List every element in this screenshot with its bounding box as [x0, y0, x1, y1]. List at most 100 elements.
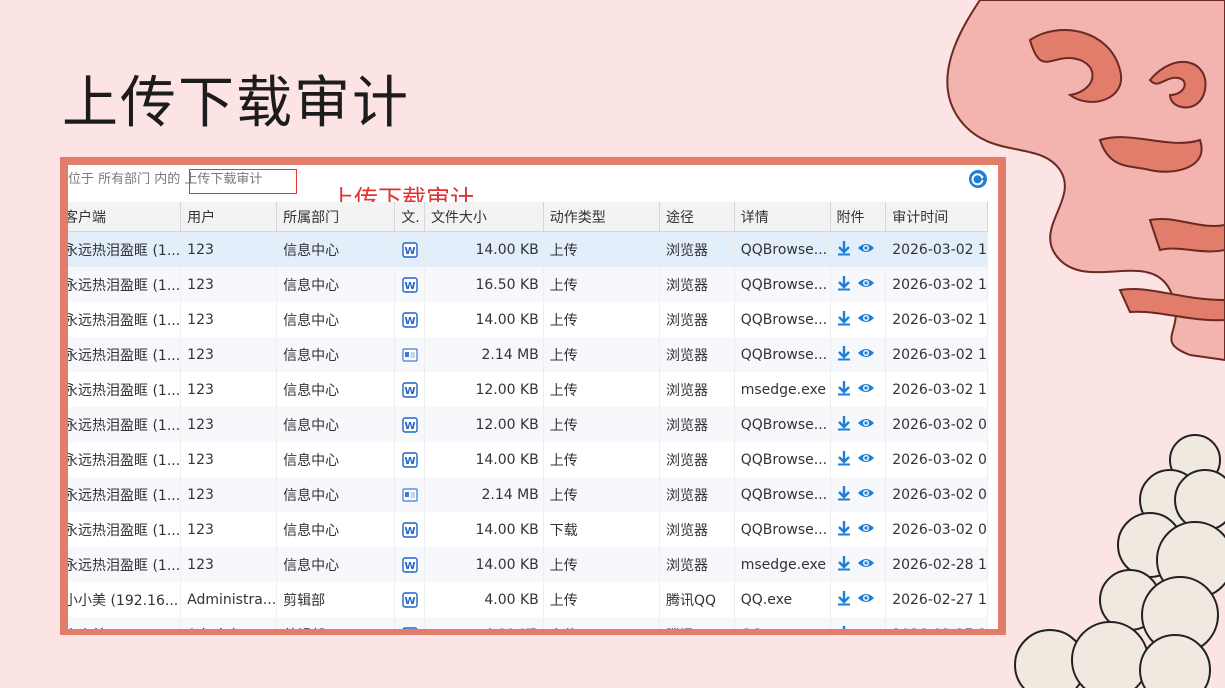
column-header[interactable]: 途径 [659, 202, 735, 232]
eye-icon[interactable] [857, 417, 875, 433]
eye-icon[interactable] [857, 382, 875, 398]
cell-via: 浏览器 [659, 267, 735, 302]
cell-file-type: W [394, 442, 425, 477]
column-header[interactable]: 附件 [830, 202, 887, 232]
cell-attachment [830, 267, 887, 302]
download-arrow-icon[interactable] [837, 485, 851, 505]
cell-user: 123 [180, 337, 278, 372]
table-row[interactable]: 永远热泪盈眶 (1... 123 信息中心 W 14.00 KB 上传 浏览器 QQBrows… [68, 442, 988, 477]
word-doc-icon: W [401, 241, 418, 258]
cell-user: 123 [180, 267, 278, 302]
column-header[interactable]: 审计时间 [885, 202, 988, 232]
cell-size: 2.14 MB [424, 337, 544, 372]
table-row[interactable]: 永远热泪盈眶 (1... 123 信息中心 W 14.00 KB 上传 浏览器 QQBrows… [68, 302, 988, 337]
download-arrow-icon[interactable] [837, 555, 851, 575]
cell-user: 123 [180, 302, 278, 337]
table-row[interactable]: 永远热泪盈眶 (1... 123 信息中心 2.14 MB 上传 浏览器 QQBrowse.… [68, 337, 988, 372]
svg-text:W: W [404, 596, 415, 607]
column-header[interactable]: 文件大小 [424, 202, 544, 232]
cell-file-type: W [394, 302, 425, 337]
cell-attachment [830, 407, 887, 442]
cell-attachment [830, 477, 887, 512]
eye-icon[interactable] [857, 277, 875, 293]
table-row[interactable]: 永远热泪盈眶 (1... 123 信息中心 W 16.50 KB 上传 浏览器 QQBrows… [68, 267, 988, 302]
table-row[interactable]: 永远热泪盈眶 (1... 123 信息中心 W 14.00 KB 上传 浏览器 msedge.… [68, 547, 988, 582]
download-arrow-icon[interactable] [837, 450, 851, 470]
cell-size: 14.00 KB [424, 302, 544, 337]
svg-text:W: W [404, 526, 415, 537]
cell-time: 2026-02-27 1 [885, 582, 988, 617]
cell-dept: 剪辑部 [276, 617, 396, 629]
eye-icon[interactable] [857, 242, 875, 258]
svg-text:W: W [404, 386, 415, 397]
download-arrow-icon[interactable] [837, 240, 851, 260]
download-arrow-icon[interactable] [837, 590, 851, 610]
cell-time: 2026-03-02 1 [885, 372, 988, 407]
table-row[interactable]: 小小美 (192.16...Administra...剪辑部 W 4.00 KB上传… [68, 617, 988, 629]
eye-icon[interactable] [857, 487, 875, 503]
download-arrow-icon[interactable] [837, 310, 851, 330]
word-doc-icon: W [401, 556, 418, 573]
cell-user: 123 [180, 442, 278, 477]
cell-file-type: W [394, 512, 425, 547]
cell-size: 14.00 KB [424, 231, 544, 267]
cell-via: 浏览器 [659, 302, 735, 337]
cell-action: 上传 [543, 442, 661, 477]
table-row[interactable]: 小小美 (192.16...Administra...剪辑部 W 4.00 KB上传… [68, 582, 988, 617]
cell-attachment [830, 372, 887, 407]
table-row[interactable]: 永远热泪盈眶 (1... 123 信息中心 W 12.00 KB 上传 浏览器 msedge.… [68, 372, 988, 407]
cell-via: 浏览器 [659, 407, 735, 442]
cell-attachment [830, 337, 887, 372]
svg-text:W: W [404, 561, 415, 572]
eye-icon[interactable] [857, 592, 875, 608]
column-header[interactable]: 文. [394, 202, 425, 232]
refresh-icon[interactable] [968, 169, 988, 189]
table-row[interactable]: 永远热泪盈眶 (1... 123 信息中心 W 14.00 KB 上传 浏览器 QQBrows… [68, 231, 988, 267]
cell-user: 123 [180, 512, 278, 547]
cell-detail: QQBrowse... [734, 407, 831, 442]
cell-file-type: W [394, 407, 425, 442]
download-arrow-icon[interactable] [837, 380, 851, 400]
column-header[interactable]: 动作类型 [543, 202, 661, 232]
cell-user: 123 [180, 407, 278, 442]
column-header[interactable]: 用户 [180, 202, 278, 232]
svg-text:W: W [404, 421, 415, 432]
cell-client: 小小美 (192.16... [68, 582, 182, 617]
cell-action: 上传 [543, 477, 661, 512]
column-header[interactable]: 客户端 [68, 202, 182, 232]
download-arrow-icon[interactable] [837, 275, 851, 295]
word-doc-icon: W [401, 276, 418, 293]
eye-icon[interactable] [857, 627, 875, 629]
cell-file-type: W [394, 231, 425, 267]
word-doc-icon: W [401, 626, 418, 629]
column-header[interactable]: 所属部门 [276, 202, 396, 232]
cell-detail: QQBrowse... [734, 512, 831, 547]
cell-detail: QQBrowse... [734, 267, 831, 302]
cell-user: Administra... [180, 582, 278, 617]
eye-icon[interactable] [857, 452, 875, 468]
eye-icon[interactable] [857, 347, 875, 363]
eye-icon[interactable] [857, 312, 875, 328]
word-doc-icon: W [401, 416, 418, 433]
column-header[interactable]: 详情 [734, 202, 831, 232]
audit-table: 客户端 用户 所属部门 文. 文件大小 动作类型 途径 详情 附件 审计时间 永远热泪盈眶 (1.… [68, 202, 988, 629]
download-arrow-icon[interactable] [837, 345, 851, 365]
table-row[interactable]: 永远热泪盈眶 (1... 123 信息中心 2.14 MB 上传 浏览器 QQBrowse.… [68, 477, 988, 512]
cell-action: 上传 [543, 267, 661, 302]
download-arrow-icon[interactable] [837, 415, 851, 435]
cell-size: 12.00 KB [424, 372, 544, 407]
cell-via: 浏览器 [659, 442, 735, 477]
cell-time: 2026-03-02 1 [885, 231, 988, 267]
download-arrow-icon[interactable] [837, 625, 851, 629]
cell-dept: 信息中心 [276, 512, 396, 547]
eye-icon[interactable] [857, 522, 875, 538]
cell-attachment [830, 442, 887, 477]
svg-text:W: W [404, 456, 415, 467]
cell-action: 上传 [543, 302, 661, 337]
cell-detail: msedge.exe [734, 547, 831, 582]
table-row[interactable]: 永远热泪盈眶 (1... 123 信息中心 W 12.00 KB 上传 浏览器 QQBrows… [68, 407, 988, 442]
table-row[interactable]: 永远热泪盈眶 (1... 123 信息中心 W 14.00 KB 下载 浏览器 QQBrows… [68, 512, 988, 547]
cell-dept: 信息中心 [276, 337, 396, 372]
eye-icon[interactable] [857, 557, 875, 573]
download-arrow-icon[interactable] [837, 520, 851, 540]
